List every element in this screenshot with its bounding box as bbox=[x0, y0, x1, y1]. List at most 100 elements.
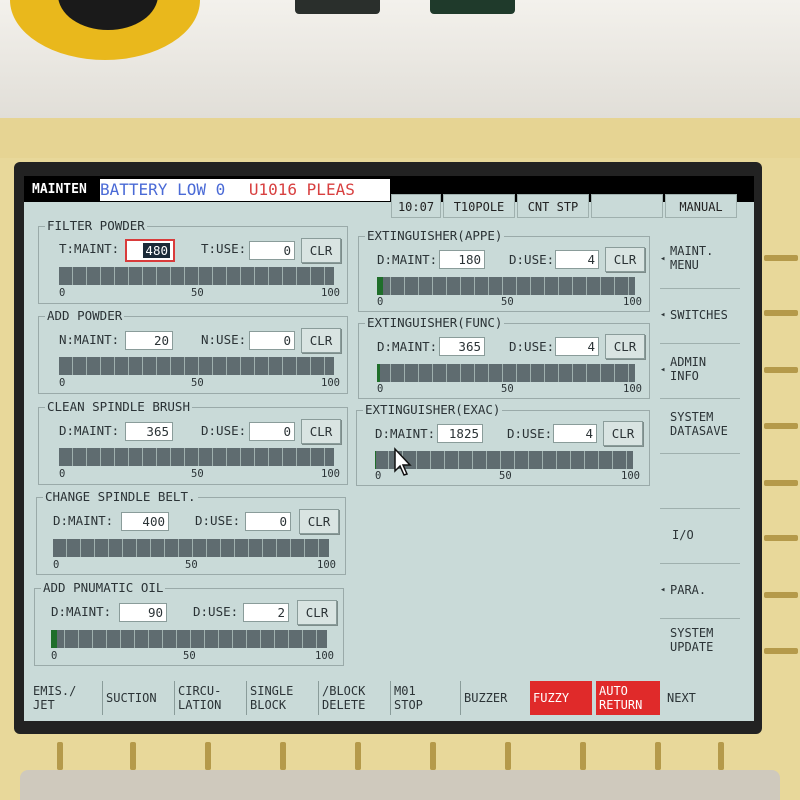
fkey-fuzzy[interactable]: FUZZY bbox=[530, 681, 592, 715]
bottom-softkey[interactable] bbox=[430, 742, 436, 770]
clean-spindle-brush-clr-button[interactable]: CLR bbox=[301, 419, 341, 444]
bottom-softkey[interactable] bbox=[355, 742, 361, 770]
gauge-tick-0: 0 bbox=[59, 287, 66, 299]
softkey-maint-menu[interactable]: ◂ MAINT. MENU bbox=[660, 232, 740, 289]
change-spindle-belt-clr-button[interactable]: CLR bbox=[299, 509, 339, 534]
filter-powder-panel: FILTER POWDER T:MAINT: 480 T:USE: 0 CLR … bbox=[38, 218, 348, 304]
filter-powder-use-field[interactable]: 0 bbox=[249, 241, 295, 260]
extinguisher-func-progress-bar bbox=[377, 364, 635, 382]
bottom-softkey[interactable] bbox=[130, 742, 136, 770]
softkey-para[interactable]: ◂ PARA. bbox=[660, 563, 740, 619]
bottom-softkey[interactable] bbox=[505, 742, 511, 770]
extinguisher-func-clr-button[interactable]: CLR bbox=[605, 334, 645, 359]
extinguisher-appe-maint-field[interactable]: 180 bbox=[439, 250, 485, 269]
add-pnumatic-oil-use-field[interactable]: 2 bbox=[243, 603, 289, 622]
softkey-label: SYSTEM DATASAVE bbox=[670, 410, 728, 438]
use-label: N:USE: bbox=[201, 332, 247, 347]
cnt-status: CNT STP bbox=[517, 194, 589, 218]
bottom-softkey[interactable] bbox=[718, 742, 724, 770]
alarm-battery-low: BATTERY LOW 0 bbox=[100, 180, 226, 199]
maint-label: N:MAINT: bbox=[59, 332, 120, 347]
fkey-single-block[interactable]: SINGLE BLOCK bbox=[246, 681, 318, 715]
bottom-softkey[interactable] bbox=[580, 742, 586, 770]
change-spindle-belt-panel: CHANGE SPINDLE BELT. D:MAINT: 400 D:USE:… bbox=[36, 489, 346, 575]
progress-fill bbox=[377, 277, 383, 295]
use-label: D:USE: bbox=[507, 426, 553, 441]
add-powder-use-field[interactable]: 0 bbox=[249, 331, 295, 350]
bottom-softkey[interactable] bbox=[57, 742, 63, 770]
alarm-message: BATTERY LOW 0 U1016 PLEAS bbox=[100, 179, 390, 201]
extinguisher-exac-use-field[interactable]: 4 bbox=[553, 424, 597, 443]
change-spindle-belt-progress-bar bbox=[53, 539, 329, 557]
extinguisher-func-use-field[interactable]: 4 bbox=[555, 337, 599, 356]
hardware-button-green[interactable] bbox=[430, 0, 515, 14]
screen-mode-label: MAINTEN bbox=[32, 182, 87, 197]
housing-panel-edge bbox=[0, 118, 800, 158]
fkey-m01-stop[interactable]: M01 STOP bbox=[390, 681, 460, 715]
gauge-tick-0: 0 bbox=[59, 468, 66, 480]
gauge-tick-50: 50 bbox=[501, 296, 514, 308]
fkey-circulation[interactable]: CIRCU- LATION bbox=[174, 681, 246, 715]
softkey-system-update[interactable]: SYSTEM UPDATE bbox=[660, 618, 740, 666]
fkey-next[interactable]: NEXT bbox=[664, 681, 734, 715]
add-powder-clr-button[interactable]: CLR bbox=[301, 328, 341, 353]
fkey-auto-return[interactable]: AUTO RETURN bbox=[596, 681, 660, 715]
fkey-suction[interactable]: SUCTION bbox=[102, 681, 174, 715]
extinguisher-appe-use-field[interactable]: 4 bbox=[555, 250, 599, 269]
softkey-io[interactable]: I/O bbox=[660, 508, 740, 564]
gauge-tick-50: 50 bbox=[183, 650, 196, 662]
add-pnumatic-oil-clr-button[interactable]: CLR bbox=[297, 600, 337, 625]
side-softkey[interactable] bbox=[764, 648, 798, 654]
softkey-admin-info[interactable]: ◂ ADMIN INFO bbox=[660, 343, 740, 399]
add-pnumatic-oil-progress-bar bbox=[51, 630, 327, 648]
extinguisher-exac-maint-field[interactable]: 1825 bbox=[437, 424, 483, 443]
panel-title: ADD PNUMATIC OIL bbox=[41, 580, 166, 595]
extinguisher-exac-clr-button[interactable]: CLR bbox=[603, 421, 643, 446]
bottom-softkey[interactable] bbox=[205, 742, 211, 770]
add-powder-progress-bar bbox=[59, 357, 334, 375]
gauge-tick-100: 100 bbox=[321, 468, 340, 480]
clean-spindle-brush-maint-field[interactable]: 365 bbox=[125, 422, 173, 441]
extinguisher-appe-clr-button[interactable]: CLR bbox=[605, 247, 645, 272]
side-softkey[interactable] bbox=[764, 367, 798, 373]
clean-spindle-brush-use-field[interactable]: 0 bbox=[249, 422, 295, 441]
add-powder-maint-field[interactable]: 20 bbox=[125, 331, 173, 350]
side-softkey[interactable] bbox=[764, 255, 798, 261]
gauge-tick-100: 100 bbox=[321, 377, 340, 389]
fkey-block-delete[interactable]: /BLOCK DELETE bbox=[318, 681, 390, 715]
softkey-label: I/O bbox=[672, 528, 694, 542]
softkey-empty[interactable] bbox=[660, 453, 740, 509]
gauge-tick-100: 100 bbox=[623, 383, 642, 395]
gauge-tick-50: 50 bbox=[191, 377, 204, 389]
fkey-buzzer[interactable]: BUZZER bbox=[460, 681, 530, 715]
softkey-switches[interactable]: ◂ SWITCHES bbox=[660, 288, 740, 344]
filter-powder-progress-bar bbox=[59, 267, 334, 285]
side-softkey[interactable] bbox=[764, 535, 798, 541]
maint-label: D:MAINT: bbox=[375, 426, 436, 441]
change-spindle-belt-maint-field[interactable]: 400 bbox=[121, 512, 169, 531]
arrow-left-icon: ◂ bbox=[660, 365, 666, 375]
gauge-tick-100: 100 bbox=[623, 296, 642, 308]
side-softkey[interactable] bbox=[764, 310, 798, 316]
filter-powder-clr-button[interactable]: CLR bbox=[301, 238, 341, 263]
bottom-softkey[interactable] bbox=[655, 742, 661, 770]
extinguisher-func-maint-field[interactable]: 365 bbox=[439, 337, 485, 356]
mouse-pointer-icon bbox=[394, 447, 412, 476]
gauge-tick-0: 0 bbox=[377, 383, 384, 395]
side-softkey[interactable] bbox=[764, 592, 798, 598]
softkey-label: ADMIN INFO bbox=[670, 355, 707, 383]
fkey-emis-jet[interactable]: EMIS./ JET bbox=[30, 681, 102, 715]
bottom-softkey[interactable] bbox=[280, 742, 286, 770]
side-softkey[interactable] bbox=[764, 480, 798, 486]
extinguisher-appe-progress-bar bbox=[377, 277, 635, 295]
hardware-button-black[interactable] bbox=[295, 0, 380, 14]
side-softkey[interactable] bbox=[764, 423, 798, 429]
panel-title: CLEAN SPINDLE BRUSH bbox=[45, 399, 192, 414]
gauge-tick-100: 100 bbox=[317, 559, 336, 571]
maint-label: D:MAINT: bbox=[53, 513, 114, 528]
filter-powder-maint-field[interactable]: 480 bbox=[125, 239, 175, 262]
add-pnumatic-oil-maint-field[interactable]: 90 bbox=[119, 603, 167, 622]
softkey-system-datasave[interactable]: SYSTEM DATASAVE bbox=[660, 398, 740, 454]
clean-spindle-brush-progress-bar bbox=[59, 448, 334, 466]
change-spindle-belt-use-field[interactable]: 0 bbox=[245, 512, 291, 531]
